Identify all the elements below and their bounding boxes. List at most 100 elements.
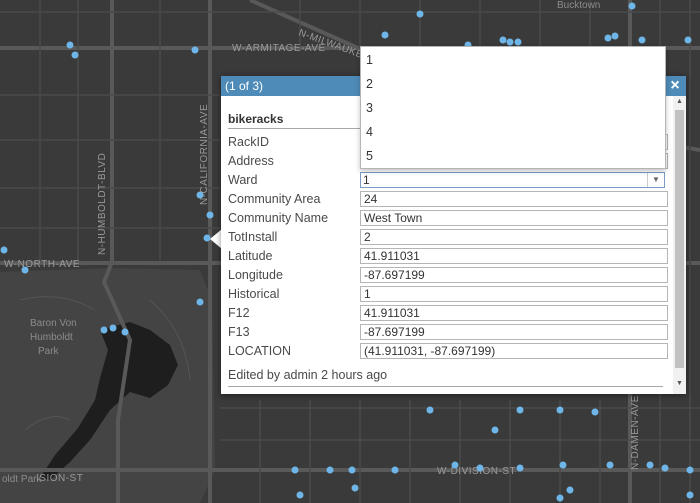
field-label-totinstall: TotInstall [228, 230, 278, 244]
edit-info: Edited by admin 2 hours ago [228, 368, 663, 387]
scroll-up-icon[interactable]: ▲ [673, 98, 686, 108]
bikerack-point[interactable] [514, 38, 522, 46]
field-row-totinstall: TotInstall 2 [221, 229, 673, 247]
field-label-community-name: Community Name [228, 211, 329, 225]
field-row-f12: F12 41.911031 [221, 305, 673, 323]
street-label-damen: N-DAMEN-AVE [630, 395, 641, 470]
longitude-field[interactable]: -87.697199 [360, 267, 668, 283]
bikerack-point[interactable] [71, 51, 79, 59]
bikerack-point[interactable] [506, 38, 514, 46]
bikerack-point[interactable] [646, 461, 654, 469]
ward-dropdown-list: 1 2 3 4 5 [360, 46, 666, 169]
street-label-north-ave: W-NORTH-AVE [4, 259, 80, 270]
place-label-humboldt-park: oldt Park [2, 474, 42, 485]
community-name-field[interactable]: West Town [360, 210, 668, 226]
scroll-thumb[interactable] [675, 110, 684, 368]
bikerack-point[interactable] [491, 426, 499, 434]
dropdown-option[interactable]: 1 [366, 49, 656, 71]
bikerack-point[interactable] [559, 461, 567, 469]
bikerack-point[interactable] [109, 324, 117, 332]
field-row-historical: Historical 1 [221, 286, 673, 304]
dropdown-option[interactable]: 3 [366, 97, 656, 119]
bikerack-point[interactable] [516, 406, 524, 414]
field-row-ward: Ward 1 ▼ [221, 172, 673, 190]
latitude-field[interactable]: 41.911031 [360, 248, 668, 264]
totinstall-field[interactable]: 2 [360, 229, 668, 245]
field-row-community-name: Community Name West Town [221, 210, 673, 228]
popup-counter: (1 of 3) [225, 79, 264, 93]
bikerack-point[interactable] [21, 266, 29, 274]
bikerack-point[interactable] [206, 211, 214, 219]
field-label-community-area: Community Area [228, 192, 321, 206]
bikerack-point[interactable] [686, 491, 694, 499]
field-label-historical: Historical [228, 287, 280, 301]
f12-field[interactable]: 41.911031 [360, 305, 668, 321]
bikerack-point[interactable] [0, 246, 8, 254]
ward-select-value: 1 [363, 173, 370, 187]
bikerack-point[interactable] [516, 464, 524, 472]
field-row-community-area: Community Area 24 [221, 191, 673, 209]
bikerack-point[interactable] [196, 298, 204, 306]
dropdown-option[interactable]: 5 [366, 145, 656, 167]
bikerack-point[interactable] [451, 461, 459, 469]
bikerack-point[interactable] [661, 464, 669, 472]
bikerack-point[interactable] [326, 466, 334, 474]
bikerack-point[interactable] [684, 36, 692, 44]
field-row-f13: F13 -87.697199 [221, 324, 673, 342]
dropdown-option[interactable]: 2 [366, 73, 656, 95]
place-label-park-line3: Park [38, 346, 60, 357]
place-label-park-line1: Baron Von [30, 318, 77, 329]
street-label-california: N-CALIFORNIA-AVE [199, 104, 210, 205]
ward-select[interactable]: 1 ▼ [360, 172, 665, 188]
bikerack-point[interactable] [196, 191, 204, 199]
field-label-f13: F13 [228, 325, 250, 339]
bikerack-point[interactable] [566, 486, 574, 494]
chevron-down-icon[interactable]: ▼ [647, 173, 664, 187]
street-label-humboldt-blvd: N-HUMBOLDT-BLVD [97, 153, 108, 255]
bikerack-point[interactable] [611, 32, 619, 40]
street-label-armitage: W-ARMITAGE-AVE [232, 43, 326, 54]
bikerack-point[interactable] [121, 328, 129, 336]
popup-scrollbar[interactable]: ▲ ▼ [673, 96, 686, 394]
bikerack-point[interactable] [499, 36, 507, 44]
bikerack-point[interactable] [591, 408, 599, 416]
field-label-latitude: Latitude [228, 249, 273, 263]
field-label-ward: Ward [228, 173, 258, 187]
field-label-rackid: RackID [228, 135, 269, 149]
street-label-division-left: ISION-ST [36, 473, 83, 484]
place-label-park-line2: Humboldt [30, 332, 73, 343]
field-label-longitude: Longitude [228, 268, 283, 282]
field-row-location: LOCATION (41.911031, -87.697199) [221, 343, 673, 361]
bikerack-point[interactable] [638, 36, 646, 44]
bikerack-point[interactable] [426, 406, 434, 414]
bikerack-point[interactable] [191, 46, 199, 54]
bikerack-point[interactable] [296, 491, 304, 499]
f13-field[interactable]: -87.697199 [360, 324, 668, 340]
bikerack-point[interactable] [476, 464, 484, 472]
bikerack-point[interactable] [391, 466, 399, 474]
dropdown-option[interactable]: 4 [366, 121, 656, 143]
historical-field[interactable]: 1 [360, 286, 668, 302]
community-area-field[interactable]: 24 [360, 191, 668, 207]
bikerack-point[interactable] [628, 2, 636, 10]
place-label-bucktown: Bucktown [557, 0, 600, 11]
bikerack-point[interactable] [556, 494, 564, 502]
location-field[interactable]: (41.911031, -87.697199) [360, 343, 668, 359]
field-label-f12: F12 [228, 306, 250, 320]
bikerack-point[interactable] [351, 484, 359, 492]
bikerack-point[interactable] [66, 41, 74, 49]
bikerack-point[interactable] [686, 466, 694, 474]
scroll-down-icon[interactable]: ▼ [673, 380, 686, 390]
bikerack-point[interactable] [348, 466, 356, 474]
bikerack-point[interactable] [604, 34, 612, 42]
close-icon[interactable]: × [666, 76, 684, 96]
bikerack-point[interactable] [291, 466, 299, 474]
bikerack-point[interactable] [100, 326, 108, 334]
bikerack-point[interactable] [606, 461, 614, 469]
bikerack-point[interactable] [416, 10, 424, 18]
bikerack-point[interactable] [381, 31, 389, 39]
bikerack-point[interactable] [556, 406, 564, 414]
field-label-address: Address [228, 154, 274, 168]
field-row-latitude: Latitude 41.911031 [221, 248, 673, 266]
field-label-location: LOCATION [228, 344, 291, 358]
